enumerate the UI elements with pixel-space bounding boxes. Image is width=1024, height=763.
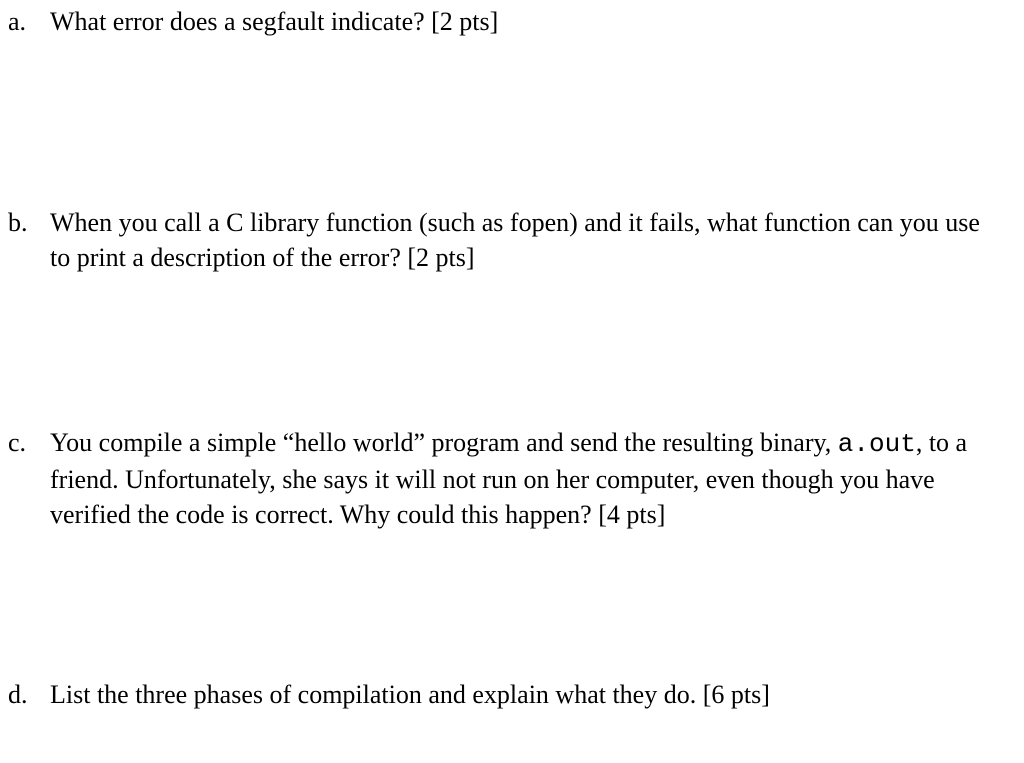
question-a-marker: a. <box>8 4 26 39</box>
question-c: c. You compile a simple “hello world” pr… <box>0 425 1024 532</box>
question-d-text: List the three phases of compilation and… <box>50 677 1004 712</box>
question-b-marker: b. <box>8 205 28 240</box>
question-c-text: You compile a simple “hello world” progr… <box>50 425 1004 532</box>
question-c-code: a.out <box>838 429 916 459</box>
question-b: b. When you call a C library function (s… <box>0 205 1024 275</box>
question-a-text: What error does a segfault indicate? [2 … <box>50 4 1004 39</box>
question-b-text: When you call a C library function (such… <box>50 205 1004 275</box>
question-c-marker: c. <box>8 425 26 460</box>
question-c-text-part1: You compile a simple “hello world” progr… <box>50 428 838 457</box>
question-a: a. What error does a segfault indicate? … <box>0 4 1024 39</box>
question-d: d. List the three phases of compilation … <box>0 677 1024 712</box>
question-d-marker: d. <box>8 677 28 712</box>
